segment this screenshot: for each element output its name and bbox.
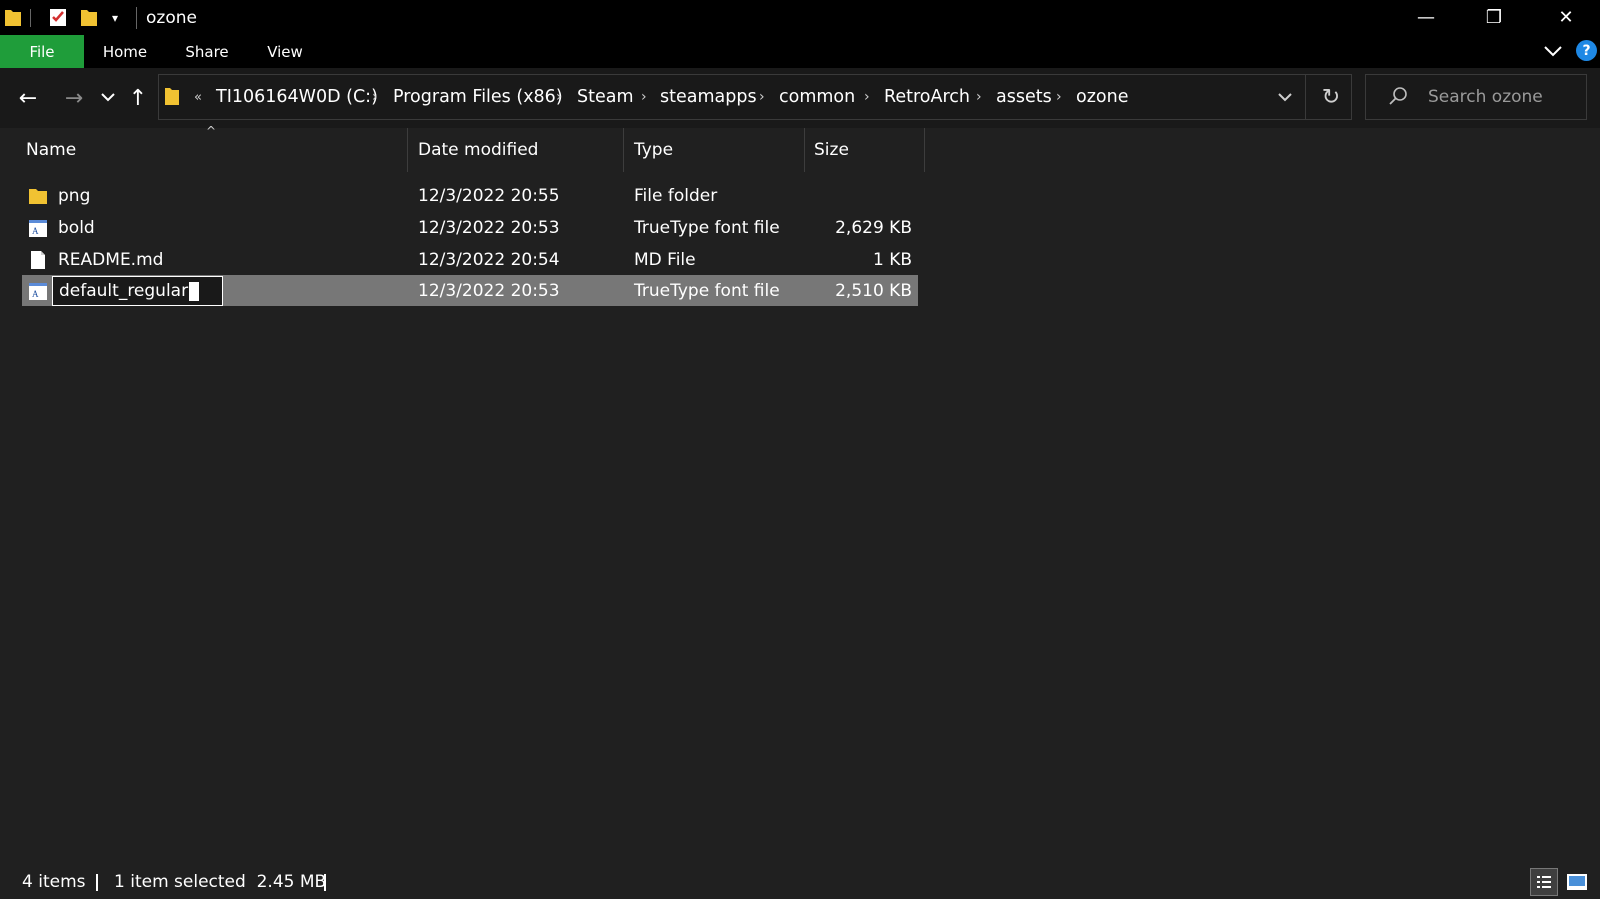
close-button[interactable]: ✕ — [1532, 0, 1600, 35]
folder-icon[interactable] — [4, 7, 22, 27]
rename-input-value: default_regular — [59, 281, 189, 301]
new-folder-icon[interactable] — [80, 7, 98, 27]
file-name: bold — [58, 217, 95, 238]
rename-input[interactable]: default_regular — [52, 276, 223, 306]
column-header-type[interactable]: Type — [634, 128, 673, 172]
customize-quick-access-icon[interactable]: ▾ — [108, 10, 122, 26]
file-type: TrueType font file — [634, 280, 780, 301]
breadcrumb-retroarch[interactable]: RetroArch — [884, 74, 970, 120]
column-divider[interactable] — [407, 128, 408, 172]
column-header-name[interactable]: Name — [26, 128, 76, 172]
toolbar-divider — [30, 9, 31, 27]
column-header-size[interactable]: Size — [814, 128, 849, 172]
breadcrumb-separator[interactable]: › — [1056, 74, 1062, 120]
folder-icon — [165, 88, 179, 105]
breadcrumb-separator[interactable]: › — [641, 74, 647, 120]
font-file-icon: A — [29, 220, 47, 237]
forward-button[interactable]: → — [58, 80, 90, 116]
breadcrumb-separator[interactable]: › — [759, 74, 765, 120]
column-divider[interactable] — [924, 128, 925, 172]
breadcrumb-steamapps[interactable]: steamapps — [660, 74, 757, 120]
column-divider[interactable] — [623, 128, 624, 172]
breadcrumb-separator[interactable]: › — [976, 74, 982, 120]
search-input[interactable]: Search ozone — [1428, 74, 1543, 120]
file-size — [814, 180, 912, 211]
tab-view[interactable]: View — [254, 35, 316, 68]
breadcrumb-steam[interactable]: Steam — [577, 74, 634, 120]
text-cursor — [189, 281, 200, 301]
ribbon — [0, 35, 1600, 68]
status-divider — [324, 874, 326, 891]
help-button[interactable]: ? — [1576, 40, 1597, 61]
tab-file[interactable]: File — [0, 35, 84, 68]
file-size: 2,629 KB — [835, 217, 912, 238]
breadcrumb-separator[interactable]: › — [864, 74, 870, 120]
breadcrumb-program-files[interactable]: Program Files (x86) — [393, 74, 563, 120]
file-type: TrueType font file — [634, 217, 780, 238]
file-date: 12/3/2022 20:53 — [418, 280, 560, 301]
minimize-button[interactable]: — — [1392, 0, 1460, 35]
file-name: png — [58, 185, 91, 206]
recent-locations-icon[interactable] — [100, 92, 116, 104]
properties-icon[interactable] — [48, 7, 68, 27]
svg-text:A: A — [32, 226, 39, 236]
file-date: 12/3/2022 20:53 — [418, 217, 560, 238]
file-date: 12/3/2022 20:54 — [418, 249, 560, 270]
breadcrumb-separator[interactable]: › — [556, 74, 562, 120]
window-title: ozone — [146, 7, 197, 28]
search-icon — [1389, 87, 1407, 105]
item-count: 4 items — [22, 871, 86, 892]
selection-info: 1 item selected 2.45 MB — [114, 871, 327, 892]
address-dropdown-icon[interactable] — [1277, 92, 1293, 104]
breadcrumb-ozone[interactable]: ozone — [1076, 74, 1128, 120]
file-type: MD File — [634, 249, 696, 270]
folder-icon — [29, 189, 47, 204]
breadcrumb-separator[interactable]: › — [372, 74, 378, 120]
chevron-down-icon[interactable] — [1543, 44, 1563, 58]
table-row[interactable]: README.md 12/3/2022 20:54 MD File 1 KB — [22, 244, 918, 275]
file-size: 2,510 KB — [835, 280, 912, 301]
file-type: File folder — [634, 185, 718, 206]
file-date: 12/3/2022 20:55 — [418, 185, 560, 206]
file-size: 1 KB — [872, 249, 912, 270]
details-view-icon — [1537, 876, 1551, 888]
address-divider — [1305, 74, 1306, 120]
table-row[interactable]: png 12/3/2022 20:55 File folder — [22, 180, 918, 211]
file-name: README.md — [58, 249, 164, 270]
svg-text:A: A — [32, 289, 39, 299]
large-icons-view-icon[interactable] — [1566, 873, 1588, 891]
tab-home[interactable]: Home — [92, 35, 158, 68]
breadcrumb-drive[interactable]: TI106164W0D (C:) — [216, 74, 378, 120]
toolbar-divider — [136, 7, 137, 29]
title-bar: ▾ ozone — ❐ ✕ — [0, 0, 1600, 35]
breadcrumb-common[interactable]: common — [779, 74, 855, 120]
back-button[interactable]: ← — [12, 80, 44, 116]
up-button[interactable]: ↑ — [122, 80, 154, 116]
refresh-icon[interactable]: ↻ — [1316, 74, 1346, 120]
restore-button[interactable]: ❐ — [1460, 0, 1528, 35]
tab-share[interactable]: Share — [174, 35, 240, 68]
breadcrumb-assets[interactable]: assets — [996, 74, 1052, 120]
column-divider[interactable] — [804, 128, 805, 172]
column-header-date[interactable]: Date modified — [418, 128, 538, 172]
sort-indicator: ^ — [206, 124, 217, 138]
status-divider — [96, 874, 98, 891]
document-icon — [31, 251, 45, 269]
address-overflow[interactable]: « — [194, 74, 202, 120]
table-row[interactable]: A bold 12/3/2022 20:53 TrueType font fil… — [22, 212, 918, 243]
font-file-icon: A — [29, 283, 47, 300]
